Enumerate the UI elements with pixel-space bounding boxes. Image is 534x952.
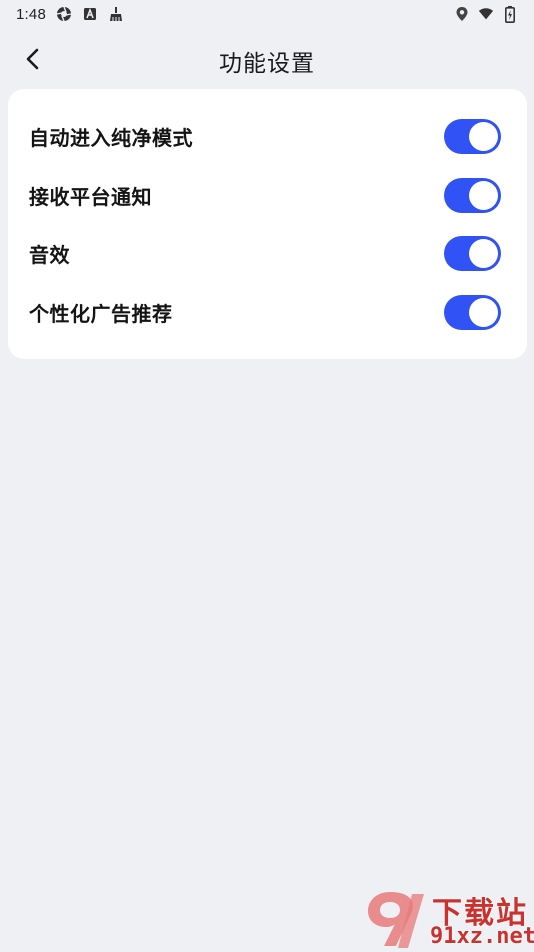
toggle-knob <box>469 121 498 151</box>
status-left: 1:48 <box>16 6 124 23</box>
battery-charging-icon <box>502 5 518 23</box>
settings-row-label: 自动进入纯净模式 <box>29 125 193 150</box>
sound-toggle[interactable] <box>444 235 501 271</box>
status-time: 1:48 <box>16 5 46 23</box>
pure-mode-toggle[interactable] <box>444 118 501 154</box>
settings-row-label: 个性化广告推荐 <box>29 301 173 326</box>
watermark: 下载站 91xz.net <box>362 886 534 952</box>
toggle-knob <box>469 297 498 327</box>
aperture-icon <box>56 6 72 22</box>
toggle-knob <box>469 238 498 268</box>
settings-card: 自动进入纯净模式 接收平台通知 音效 个性化广告推荐 <box>8 89 527 359</box>
settings-row-pure-mode: 自动进入纯净模式 <box>8 111 527 161</box>
location-icon <box>454 6 470 22</box>
settings-row-notifications: 接收平台通知 <box>8 170 527 220</box>
settings-row-label: 音效 <box>29 242 70 267</box>
broom-icon <box>108 6 124 22</box>
watermark-logo-icon <box>368 892 424 948</box>
header: 功能设置 <box>0 36 534 82</box>
status-bar: 1:48 <box>0 0 534 28</box>
status-right <box>454 5 518 23</box>
a-square-icon <box>82 6 98 22</box>
toggle-knob <box>469 180 498 210</box>
settings-row-personalized-ads: 个性化广告推荐 <box>8 287 527 337</box>
wifi-icon <box>478 6 494 22</box>
personalized-ads-toggle[interactable] <box>444 294 501 330</box>
notifications-toggle[interactable] <box>444 177 501 213</box>
page-title: 功能设置 <box>219 51 315 77</box>
settings-row-sound: 音效 <box>8 228 527 278</box>
settings-row-label: 接收平台通知 <box>29 184 152 209</box>
watermark-site: 91xz.net <box>430 924 534 949</box>
